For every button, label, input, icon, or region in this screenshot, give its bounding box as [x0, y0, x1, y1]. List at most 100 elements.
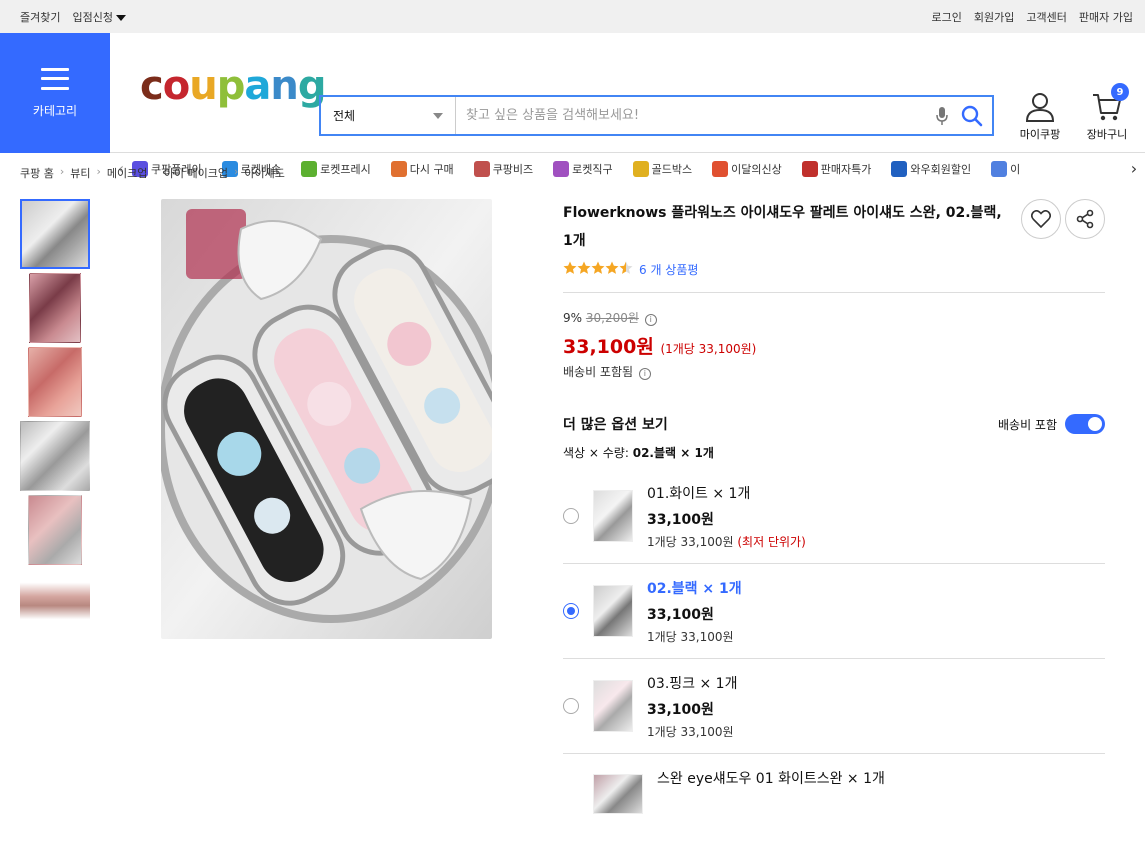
nav-item[interactable]: 골드박스	[632, 160, 693, 177]
product-info: Flowerknows 플라워노즈 아이섀도우 팔레트 아이섀도 스완, 02.…	[563, 199, 1105, 849]
option-price: 33,100원	[647, 701, 714, 718]
breadcrumb-item[interactable]: 아이 메이크업	[164, 165, 228, 181]
cart-button[interactable]: 9 장바구니	[1085, 83, 1129, 142]
category-label: 카테고리	[32, 103, 78, 118]
breadcrumb-separator-icon: ›	[96, 165, 101, 178]
breadcrumb-item[interactable]: 아이섀도	[244, 165, 284, 181]
share-button[interactable]	[1065, 199, 1105, 239]
search-category-value: 전체	[333, 109, 356, 123]
option-radio[interactable]	[563, 508, 579, 524]
option-unit-price: 1개당 33,100원	[647, 723, 737, 740]
nav-item[interactable]: 다시 구매	[390, 160, 454, 177]
option-radio[interactable]	[563, 698, 579, 714]
shipping-info-icon[interactable]: i	[638, 368, 651, 380]
login-link[interactable]: 로그인	[932, 9, 962, 25]
breadcrumb: 쿠팡 홈 › 뷰티 › 메이크업 › 아이 메이크업 › 아이섀도	[20, 165, 285, 181]
search-icon[interactable]	[952, 105, 992, 127]
breadcrumb-item[interactable]: 메이크업	[107, 165, 147, 181]
apply-link[interactable]: 입점신청	[72, 9, 126, 25]
nav-item[interactable]: 판매자특가	[801, 160, 871, 177]
breadcrumb-separator-icon: ›	[153, 165, 158, 178]
bookmark-link[interactable]: 즐겨찾기	[20, 9, 60, 25]
option-unit-price: 1개당 33,100원 (최저 단위가)	[647, 533, 806, 550]
info-icon[interactable]: i	[644, 314, 657, 326]
option-thumbnail	[593, 585, 633, 637]
thumbnail-5[interactable]	[28, 495, 82, 565]
selected-option-label: 색상 × 수량:	[563, 446, 629, 460]
breadcrumb-item[interactable]: 쿠팡 홈	[20, 165, 54, 181]
option-thumbnail	[593, 774, 643, 814]
nav-item[interactable]: 로켓직구	[553, 160, 613, 177]
search-input[interactable]	[456, 97, 932, 134]
shipping-toggle[interactable]: 배송비 포함	[998, 414, 1105, 434]
rocket-global-icon	[553, 160, 570, 177]
cart-count-badge: 9	[1111, 83, 1129, 101]
original-price: 30,200원	[585, 311, 639, 325]
option-name: 01.화이트 × 1개	[647, 485, 751, 502]
star-icon	[619, 261, 633, 274]
product-main-image[interactable]	[161, 199, 492, 639]
my-coupang-button[interactable]: 마이쿠팡	[1018, 91, 1062, 142]
thumbnail-4[interactable]	[20, 421, 90, 491]
signup-link[interactable]: 회원가입	[974, 9, 1014, 25]
breadcrumb-item[interactable]: 뷰티	[70, 165, 90, 181]
option-text: 01.화이트 × 1개 33,100원 1개당 33,100원 (최저 단위가)	[647, 483, 806, 550]
breadcrumb-separator-icon: ›	[59, 165, 65, 178]
share-icon	[1076, 209, 1094, 229]
nav-item[interactable]: 이	[991, 160, 1020, 177]
nav-item-label: 로켓프레시	[320, 162, 371, 176]
nav-item[interactable]: 쿠팡비즈	[473, 160, 533, 177]
rating-row[interactable]: 6 개 상품평	[563, 261, 1105, 278]
microphone-icon[interactable]	[932, 106, 952, 126]
lowest-unit-price-note: (최저 단위가)	[733, 534, 806, 549]
thumbnail-1[interactable]	[20, 199, 90, 269]
options-header: 더 많은 옵션 보기 배송비 포함	[563, 414, 1105, 434]
option-item[interactable]: 01.화이트 × 1개 33,100원 1개당 33,100원 (최저 단위가)	[563, 469, 1105, 564]
thumbnail-6[interactable]	[20, 577, 90, 625]
option-item[interactable]: 02.블랙 × 1개 33,100원 1개당 33,100원	[563, 564, 1105, 659]
seller-signup-link[interactable]: 판매자 가입	[1079, 9, 1133, 25]
cart-label: 장바구니	[1086, 128, 1128, 141]
star-icon	[563, 261, 577, 274]
review-count-link[interactable]: 6 개 상품평	[639, 261, 698, 278]
nav-item[interactable]: 이달의신상	[712, 160, 782, 177]
wow-icon	[891, 160, 908, 177]
option-text: 스완 eye섀도우 01 화이트스완 × 1개	[657, 768, 885, 788]
new-icon	[712, 160, 729, 177]
selected-option-value: 02.블랙 × 1개	[632, 446, 714, 460]
nav-item[interactable]: 와우회원할인	[891, 160, 971, 177]
rocket-fresh-icon	[301, 160, 318, 177]
chevron-down-icon	[433, 112, 443, 119]
category-button[interactable]: 카테고리	[0, 33, 110, 153]
caret-down-icon	[115, 14, 126, 21]
product-title: Flowerknows 플라워노즈 아이섀도우 팔레트 아이섀도 스완, 02.…	[563, 205, 1002, 249]
logo-letter: p	[216, 63, 246, 109]
user-icon	[1025, 93, 1055, 122]
nav-item-label: 다시 구매	[409, 162, 454, 176]
shipping-text: 배송비 포함됨	[563, 365, 634, 379]
coupang-logo[interactable]: coupang	[140, 63, 326, 109]
thumbnail-3[interactable]	[28, 347, 82, 417]
logo-letter: o	[162, 63, 191, 109]
option-name: 03.핑크 × 1개	[647, 675, 738, 692]
unit-price: (1개당 33,100원)	[660, 342, 757, 356]
wishlist-button[interactable]	[1021, 199, 1061, 239]
nav-next-arrow-icon[interactable]: ›	[1123, 159, 1145, 178]
nav-item[interactable]: 로켓프레시	[301, 160, 371, 177]
biz-icon	[473, 160, 490, 177]
nav-item-label: 골드박스	[651, 162, 693, 176]
thumbnail-2[interactable]	[29, 273, 81, 343]
option-price: 33,100원	[647, 606, 714, 623]
option-item[interactable]: 스완 eye섀도우 01 화이트스완 × 1개	[563, 754, 1105, 849]
option-radio[interactable]	[563, 603, 579, 619]
top-utility-bar: 즐겨찾기 입점신청 로그인 회원가입 고객센터 판매자 가입	[0, 0, 1145, 33]
shipping-row: 배송비 포함됨 i	[563, 363, 1105, 380]
option-thumbnail	[593, 680, 633, 732]
option-item[interactable]: 03.핑크 × 1개 33,100원 1개당 33,100원	[563, 659, 1105, 754]
apply-label: 입점신청	[72, 10, 113, 24]
toggle-switch[interactable]	[1065, 414, 1105, 434]
customer-center-link[interactable]: 고객센터	[1026, 9, 1066, 25]
search-category-select[interactable]: 전체	[321, 97, 456, 134]
logo-letter: c	[140, 63, 164, 109]
hamburger-icon	[41, 67, 69, 90]
